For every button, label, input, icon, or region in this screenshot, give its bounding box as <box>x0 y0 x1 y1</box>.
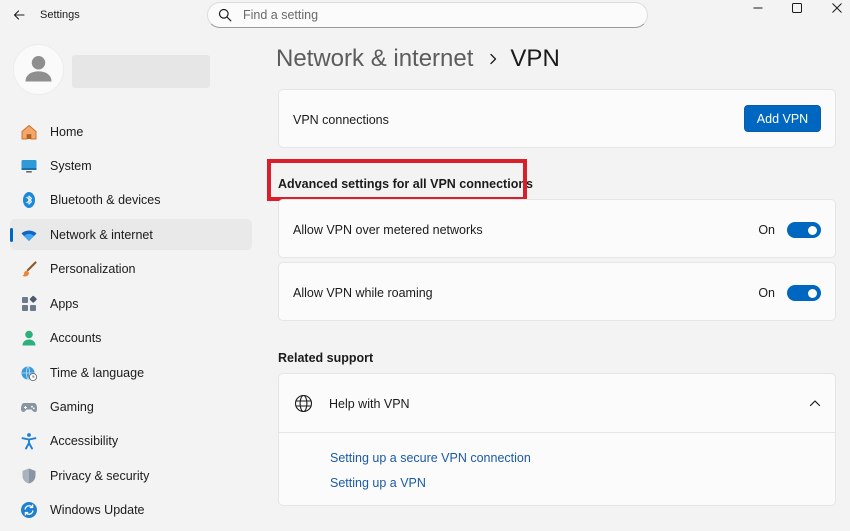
metered-networks-card: Allow VPN over metered networks On <box>278 199 836 258</box>
close-button[interactable] <box>817 0 850 16</box>
help-with-vpn-card: Help with VPN Setting up a secure VPN co… <box>278 373 836 506</box>
sidebar-item-label: Gaming <box>50 400 94 414</box>
sidebar-item-accounts[interactable]: Accounts <box>10 323 252 354</box>
sidebar-item-accessibility[interactable]: Accessibility <box>10 426 252 457</box>
toggle-state-label: On <box>758 223 775 237</box>
vpn-connections-card: VPN connections Add VPN <box>278 89 836 148</box>
roaming-toggle[interactable] <box>787 285 821 301</box>
app-title: Settings <box>40 9 80 21</box>
sidebar-item-label: Home <box>50 124 84 139</box>
help-with-vpn-label: Help with VPN <box>329 397 410 411</box>
sidebar-item-home[interactable]: Home <box>10 116 252 147</box>
update-icon <box>20 501 38 519</box>
sidebar-item-label: Personalization <box>50 262 136 277</box>
sidebar-item-bluetooth[interactable]: Bluetooth & devices <box>10 185 252 216</box>
related-support-heading: Related support <box>278 351 374 365</box>
roaming-card: Allow VPN while roaming On <box>278 262 836 321</box>
sidebar-item-privacy-security[interactable]: Privacy & security <box>10 460 252 491</box>
sidebar-item-label: Time & language <box>50 365 145 380</box>
chevron-right-icon <box>489 53 497 65</box>
user-silhouette-icon <box>25 56 52 82</box>
sidebar: Home System Bluetooth & devices Network … <box>10 116 252 529</box>
page-title: VPN <box>510 45 560 72</box>
sidebar-item-label: Windows Update <box>50 503 145 518</box>
maximize-button[interactable] <box>777 0 817 16</box>
metered-networks-toggle-group: On <box>758 222 821 238</box>
system-icon <box>20 157 38 175</box>
add-vpn-button[interactable]: Add VPN <box>744 105 821 132</box>
shield-icon <box>20 467 38 485</box>
minimize-icon <box>753 7 763 9</box>
roaming-toggle-group: On <box>758 285 821 301</box>
chevron-up-icon[interactable] <box>809 397 821 409</box>
close-icon <box>832 3 842 13</box>
sidebar-item-network[interactable]: Network & internet <box>10 219 252 251</box>
metered-networks-label: Allow VPN over metered networks <box>293 223 483 237</box>
globe-icon <box>294 394 313 413</box>
maximize-icon <box>792 3 802 13</box>
metered-networks-toggle[interactable] <box>787 222 821 238</box>
highlight-box <box>267 159 527 201</box>
brush-icon <box>20 260 38 278</box>
search-icon <box>218 8 232 22</box>
minimize-button[interactable] <box>738 0 778 16</box>
home-icon <box>20 123 38 141</box>
sidebar-item-label: Accounts <box>50 331 102 346</box>
sidebar-item-windows-update[interactable]: Windows Update <box>10 495 252 526</box>
sidebar-item-label: Network & internet <box>50 227 153 242</box>
help-link-secure-vpn[interactable]: Setting up a secure VPN connection <box>330 451 531 465</box>
sidebar-item-gaming[interactable]: Gaming <box>10 392 252 423</box>
sidebar-item-label: Apps <box>50 296 79 311</box>
globe-clock-icon <box>20 364 38 382</box>
back-button[interactable] <box>8 4 30 26</box>
sidebar-item-personalization[interactable]: Personalization <box>10 254 252 285</box>
sidebar-item-time-language[interactable]: Time & language <box>10 357 252 388</box>
sidebar-item-label: System <box>50 158 92 173</box>
avatar[interactable] <box>13 44 64 95</box>
user-name-redacted <box>72 55 210 88</box>
toggle-knob <box>808 226 817 235</box>
help-with-vpn-header[interactable]: Help with VPN <box>279 374 835 433</box>
sidebar-item-system[interactable]: System <box>10 150 252 181</box>
gamepad-icon <box>20 398 38 416</box>
back-arrow-icon <box>13 10 25 20</box>
breadcrumb: Network & internet VPN <box>276 42 560 76</box>
toggle-knob <box>808 289 817 298</box>
sidebar-item-apps[interactable]: Apps <box>10 288 252 319</box>
roaming-label: Allow VPN while roaming <box>293 286 433 300</box>
sidebar-item-label: Accessibility <box>50 434 119 449</box>
wifi-icon <box>20 226 38 244</box>
vpn-connections-label: VPN connections <box>293 113 389 127</box>
bluetooth-icon <box>20 191 38 209</box>
sidebar-item-label: Bluetooth & devices <box>50 193 161 208</box>
help-link-setup-vpn[interactable]: Setting up a VPN <box>330 476 426 490</box>
apps-icon <box>20 295 38 313</box>
toggle-state-label: On <box>758 286 775 300</box>
search-input[interactable] <box>243 8 623 22</box>
accessibility-icon <box>20 432 38 450</box>
sidebar-item-label: Privacy & security <box>50 468 150 483</box>
breadcrumb-parent[interactable]: Network & internet <box>276 45 473 73</box>
search-box[interactable] <box>207 2 648 28</box>
accounts-icon <box>20 329 38 347</box>
